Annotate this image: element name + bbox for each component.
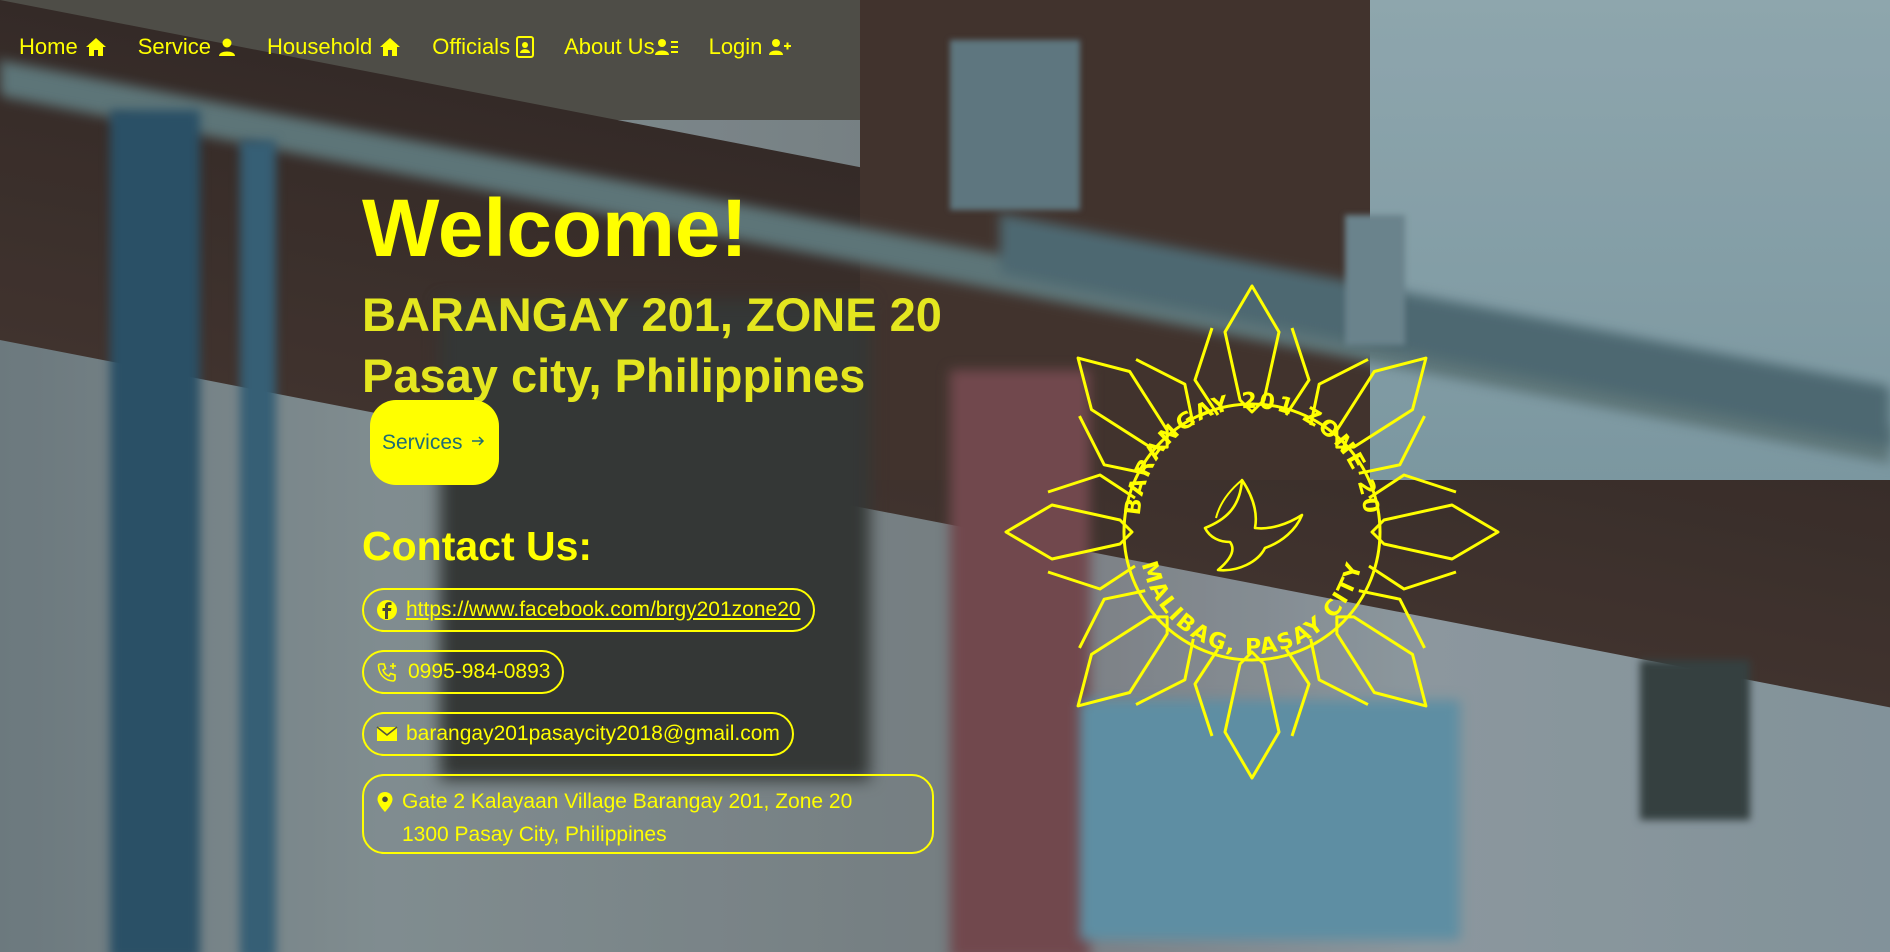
phone-number[interactable]: 0995-984-0893 bbox=[408, 660, 550, 684]
phone-contact: 0995-984-0893 bbox=[362, 650, 565, 694]
facebook-contact: https://www.facebook.com/brgy201zone20 bbox=[362, 588, 815, 632]
id-badge-icon bbox=[516, 36, 535, 58]
nav-officials-label: Officials bbox=[432, 34, 511, 59]
nav-about-label: About Us bbox=[564, 34, 655, 59]
services-button-label: Services bbox=[382, 431, 463, 454]
nav-home-label: Home bbox=[19, 34, 78, 59]
welcome-heading: Welcome! bbox=[362, 183, 748, 274]
address-line-2: 1300 Pasay City, Philippines bbox=[402, 823, 667, 846]
top-nav: Home Service Household Officials About U… bbox=[19, 34, 822, 60]
contact-heading: Contact Us: bbox=[362, 523, 593, 569]
hero-section: Welcome! BARANGAY 201, ZONE 20 Pasay cit… bbox=[362, 188, 962, 570]
envelope-icon bbox=[376, 725, 398, 743]
user-plus-icon bbox=[768, 37, 792, 57]
nav-login-label: Login bbox=[708, 34, 763, 59]
barangay-name: BARANGAY 201, ZONE 20 Pasay city, Philip… bbox=[362, 284, 942, 491]
address-line-1: Gate 2 Kalayaan Village Barangay 201, Zo… bbox=[402, 790, 853, 813]
nav-about-us[interactable]: About Us bbox=[564, 34, 679, 60]
nav-login[interactable]: Login bbox=[709, 34, 793, 60]
svg-text:MALIBAG, PASAY CITY: MALIBAG, PASAY CITY bbox=[1136, 558, 1368, 660]
phone-plus-icon bbox=[376, 661, 400, 683]
nav-service-label: Service bbox=[137, 34, 212, 59]
nav-service[interactable]: Service bbox=[138, 34, 237, 60]
facebook-link[interactable]: https://www.facebook.com/brgy201zone20 bbox=[406, 598, 801, 622]
address-text: Gate 2 Kalayaan Village Barangay 201, Zo… bbox=[402, 785, 852, 851]
email-address[interactable]: barangay201pasaycity2018@gmail.com bbox=[406, 722, 780, 746]
nav-home[interactable]: Home bbox=[19, 34, 108, 60]
user-icon bbox=[217, 37, 237, 57]
barangay-seal-logo: BARANGAY 201 ZONE 20 MALIBAG, PASAY CITY bbox=[1004, 284, 1500, 780]
barangay-name-text: BARANGAY 201, ZONE 20 Pasay city, Philip… bbox=[362, 288, 942, 402]
house-icon bbox=[84, 36, 108, 58]
nav-officials[interactable]: Officials bbox=[432, 34, 535, 60]
address-contact: Gate 2 Kalayaan Village Barangay 201, Zo… bbox=[362, 774, 934, 854]
email-contact: barangay201pasaycity2018@gmail.com bbox=[362, 712, 794, 756]
house-icon bbox=[378, 36, 402, 58]
seal-text-bottom: MALIBAG, PASAY CITY bbox=[1136, 558, 1366, 660]
map-pin-icon bbox=[376, 791, 394, 813]
users-list-icon bbox=[654, 37, 679, 57]
facebook-icon bbox=[376, 599, 398, 621]
nav-household[interactable]: Household bbox=[267, 34, 402, 60]
services-button[interactable]: Services bbox=[370, 400, 499, 485]
arrow-right-icon bbox=[471, 412, 485, 473]
nav-household-label: Household bbox=[267, 34, 373, 59]
